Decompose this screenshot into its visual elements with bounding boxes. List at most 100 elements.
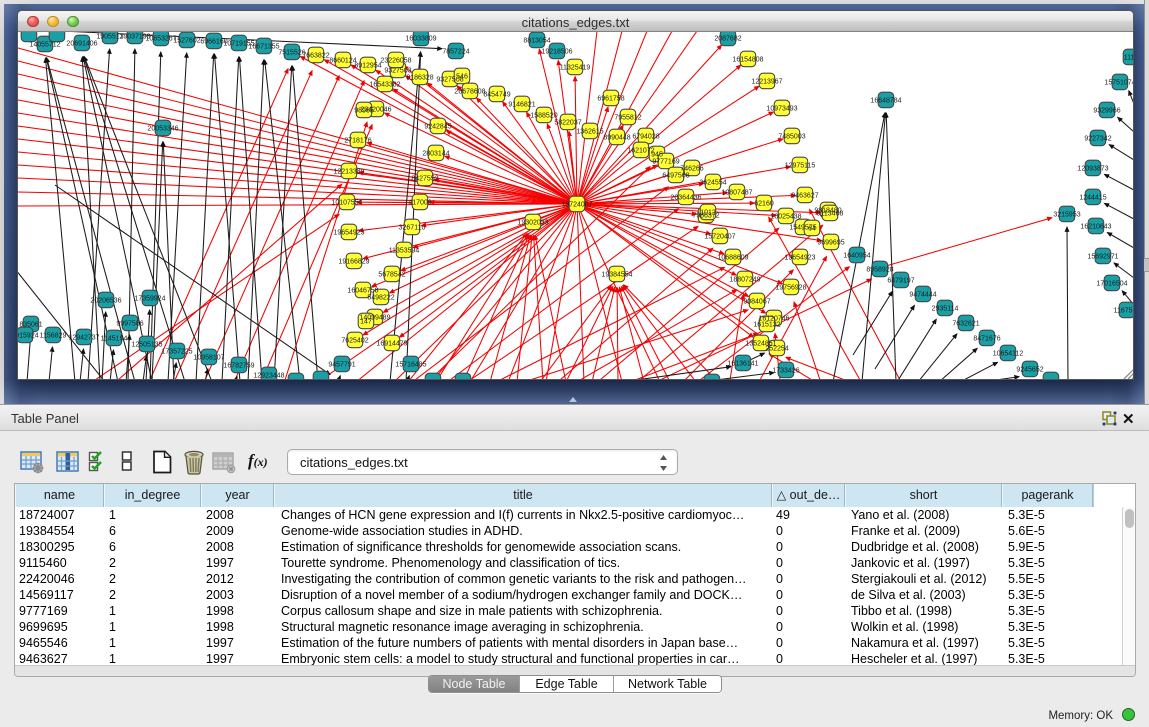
svg-text:19166829: 19166829 (338, 259, 369, 266)
svg-text:12505135: 12505135 (131, 342, 162, 349)
svg-text:62160: 62160 (754, 201, 774, 208)
svg-text:20206536: 20206536 (90, 298, 121, 305)
svg-text:3267110: 3267110 (399, 225, 426, 232)
svg-text:9699695: 9699695 (817, 240, 844, 247)
svg-text:7857224: 7857224 (442, 49, 469, 56)
svg-text:16543382: 16543382 (369, 82, 400, 89)
svg-text:16210643: 16210643 (1080, 224, 1111, 231)
svg-text:19756928: 19756928 (775, 285, 806, 292)
svg-text:19384554: 19384554 (601, 272, 632, 279)
svg-text:9457791: 9457791 (328, 362, 355, 369)
svg-text:20364436: 20364436 (670, 195, 701, 202)
svg-text:8660124: 8660124 (329, 58, 356, 65)
svg-text:417006: 417006 (408, 200, 431, 207)
svg-text:17016504: 17016504 (1096, 281, 1127, 288)
svg-text:7955812: 7955812 (614, 115, 641, 122)
svg-text:1112: 1112 (1124, 55, 1133, 62)
svg-text:3915924: 3915924 (18, 333, 39, 340)
svg-text:7632621: 7632621 (952, 321, 979, 328)
svg-text:1640954: 1640954 (843, 253, 870, 260)
svg-text:1167533: 1167533 (1114, 308, 1133, 315)
svg-text:23226058: 23226058 (380, 58, 411, 65)
svg-text:9997586: 9997586 (116, 321, 143, 328)
svg-text:945: 945 (651, 152, 663, 159)
svg-text:20691406: 20691406 (66, 41, 97, 48)
svg-text:5498222: 5498222 (367, 295, 394, 302)
svg-text:6497568: 6497568 (662, 173, 689, 180)
svg-text:98965: 98965 (354, 108, 374, 115)
svg-text:12213967: 12213967 (751, 79, 782, 86)
svg-text:12213389: 12213389 (333, 169, 364, 176)
svg-text:10807487: 10807487 (721, 190, 752, 197)
svg-text:1145194: 1145194 (101, 336, 128, 343)
svg-text:12975115: 12975115 (785, 163, 816, 170)
svg-text:16648784: 16648784 (870, 98, 901, 105)
svg-text:2803144: 2803144 (422, 151, 449, 158)
svg-text:16782759: 16782759 (223, 363, 254, 370)
svg-text:8186328: 8186328 (406, 75, 433, 82)
svg-text:9327503: 9327503 (384, 68, 411, 75)
svg-text:546: 546 (456, 74, 468, 81)
svg-text:18724007: 18724007 (561, 202, 592, 209)
svg-text:12093873: 12093873 (1077, 166, 1108, 173)
svg-text:19302033: 19302033 (517, 220, 548, 227)
svg-text:8427552: 8427552 (411, 176, 438, 183)
svg-text:10654112: 10654112 (993, 351, 1024, 358)
svg-text:2087682: 2087682 (714, 36, 741, 43)
svg-text:16033809: 16033809 (405, 36, 436, 43)
svg-text:14055712: 14055712 (29, 42, 60, 49)
svg-text:1012: 1012 (700, 210, 716, 217)
svg-text:3624554: 3624554 (699, 180, 726, 187)
svg-text:1244415: 1244415 (1079, 195, 1106, 202)
svg-text:9474444: 9474444 (909, 292, 936, 299)
svg-text:6961758: 6961758 (597, 96, 624, 103)
svg-text:5678542: 5678542 (378, 272, 405, 279)
svg-text:28678608: 28678608 (454, 89, 485, 96)
svg-text:7625402: 7625402 (341, 338, 368, 345)
svg-text:1362615: 1362615 (576, 129, 603, 136)
svg-text:10688609: 10688609 (717, 255, 748, 262)
svg-text:835061: 835061 (19, 322, 42, 329)
svg-text:19654923: 19654923 (333, 230, 364, 237)
svg-text:7663822: 7663822 (302, 53, 329, 60)
svg-text:252254: 252254 (765, 346, 788, 353)
svg-text:11325419: 11325419 (560, 65, 591, 72)
svg-text:19654923: 19654923 (784, 255, 815, 262)
svg-text:1733426: 1733426 (772, 368, 799, 375)
svg-text:3215953: 3215953 (1053, 212, 1080, 219)
svg-text:15716485: 15716485 (395, 362, 426, 369)
svg-text:10025438: 10025438 (770, 214, 801, 221)
svg-text:10958107: 10958107 (193, 355, 224, 362)
svg-text:16914479: 16914479 (376, 341, 407, 348)
svg-text:17357225: 17357225 (161, 349, 192, 356)
svg-text:15720407: 15720407 (704, 234, 735, 241)
svg-text:9329966: 9329966 (1093, 108, 1120, 115)
svg-text:9227342: 9227342 (1084, 136, 1111, 143)
svg-text:9113468: 9113468 (817, 211, 844, 218)
svg-text:1527602: 1527602 (173, 38, 200, 45)
svg-text:2718176: 2718176 (344, 138, 371, 145)
svg-text:8990448: 8990448 (603, 135, 630, 142)
svg-text:9084067: 9084067 (743, 299, 770, 306)
svg-text:17359924: 17359924 (134, 296, 165, 303)
svg-text:5822037: 5822037 (554, 120, 581, 127)
svg-text:10653267: 10653267 (145, 36, 176, 43)
svg-text:19218506: 19218506 (541, 49, 572, 56)
svg-text:1615132: 1615132 (753, 322, 780, 329)
svg-text:16046758: 16046758 (347, 288, 378, 295)
svg-text:9245652: 9245652 (1016, 367, 1043, 374)
svg-text:16154808: 16154808 (732, 57, 763, 64)
svg-text:16671355: 16671355 (248, 44, 279, 51)
svg-text:11353594: 11353594 (389, 248, 420, 255)
svg-text:15751074: 15751074 (1104, 80, 1133, 87)
svg-text:147: 147 (360, 319, 372, 326)
svg-text:9242845: 9242845 (424, 124, 451, 131)
svg-text:7485003: 7485003 (778, 134, 805, 141)
svg-text:18807249: 18807249 (729, 277, 760, 284)
svg-text:8454749: 8454749 (483, 92, 510, 99)
svg-text:8958928: 8958928 (866, 267, 893, 274)
svg-text:15692971: 15692971 (1087, 254, 1118, 261)
svg-text:9146821: 9146821 (508, 102, 535, 109)
svg-text:2935114: 2935114 (932, 306, 959, 313)
svg-text:10107554: 10107554 (331, 200, 362, 207)
